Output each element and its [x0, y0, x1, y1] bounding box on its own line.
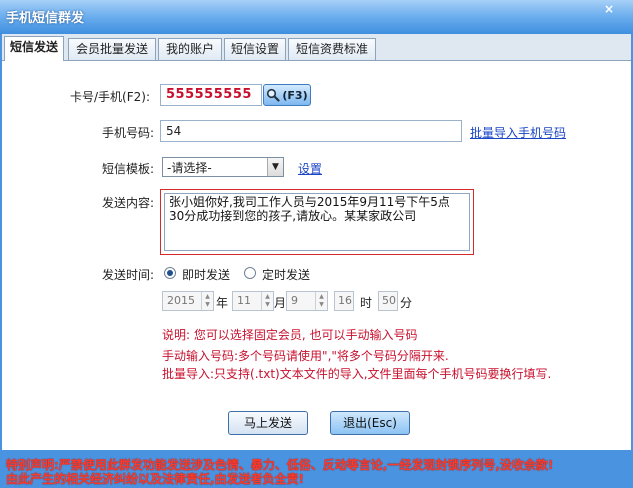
month-unit: 月	[274, 296, 287, 310]
note-line-2: 手动输入号码:多个号码请使用","将多个号码分隔开来.	[162, 349, 449, 363]
phone-label: 手机号码:	[102, 126, 155, 140]
batch-import-link[interactable]: 批量导入手机号码	[470, 124, 566, 141]
template-select[interactable]: -请选择- ▼	[162, 157, 284, 177]
year-spinner[interactable]: 2015 ▲ ▼	[162, 291, 214, 311]
send-now-radio[interactable]	[164, 267, 176, 279]
hour-spinner[interactable]: 16	[334, 291, 354, 311]
tab-sms-rates[interactable]: 短信资费标准	[288, 38, 376, 60]
warning-footer: 特别声明:严禁使用此群发功能发送涉及色情、暴力、低俗、反动等言论,一经发现封锁序…	[0, 450, 633, 488]
template-settings-link[interactable]: 设置	[298, 160, 322, 177]
spin-arrows-icon: ▲ ▼	[261, 292, 273, 310]
minute-unit: 分	[400, 296, 413, 310]
minute-spinner[interactable]: 50	[378, 291, 398, 311]
content-highlight-frame: 张小姐你好,我司工作人员与2015年9月11号下午5点30分成功接到您的孩子,请…	[160, 189, 474, 255]
tab-sms-send[interactable]: 短信发送	[4, 36, 64, 61]
close-button[interactable]: ×	[599, 2, 619, 16]
tab-strip: 短信发送 会员批量发送 我的账户 短信设置 短信资费标准	[2, 34, 631, 61]
tab-sms-settings[interactable]: 短信设置	[224, 38, 286, 60]
content-textarea[interactable]: 张小姐你好,我司工作人员与2015年9月11号下午5点30分成功接到您的孩子,请…	[164, 193, 470, 251]
month-spinner[interactable]: 11 ▲ ▼	[232, 291, 274, 311]
spin-arrows-icon: ▲ ▼	[201, 292, 213, 310]
warning-line-2: 由此产生的相关经济纠纷以及法律责任,由发送者负全责!	[6, 472, 305, 486]
exit-button[interactable]: 退出(Esc)	[330, 411, 410, 435]
tab-my-account[interactable]: 我的账户	[158, 38, 222, 60]
content-label: 发送内容:	[102, 196, 155, 210]
hour-unit: 时	[360, 296, 373, 310]
title-bar: 手机短信群发 ×	[0, 0, 633, 34]
schedule-radio[interactable]	[244, 267, 256, 279]
template-selected-value: -请选择-	[167, 161, 212, 175]
search-button-label: (F3)	[282, 88, 308, 102]
day-spinner[interactable]: 9 ▲ ▼	[286, 291, 328, 311]
day-value: 9	[291, 294, 298, 307]
phone-input[interactable]: 54	[160, 120, 462, 142]
window-title: 手机短信群发	[6, 11, 85, 26]
minute-value: 50	[382, 294, 396, 307]
year-unit: 年	[216, 296, 229, 310]
month-value: 11	[237, 294, 251, 307]
tab-member-batch-send[interactable]: 会员批量发送	[68, 38, 156, 60]
template-label: 短信模板:	[102, 162, 155, 176]
spin-arrows-icon: ▲ ▼	[315, 292, 327, 310]
send-now-button[interactable]: 马上发送	[228, 411, 308, 435]
note-line-1: 说明: 您可以选择固定会员, 也可以手动输入号码	[162, 328, 418, 342]
card-label: 卡号/手机(F2):	[70, 90, 150, 104]
card-input[interactable]: 555555555	[160, 84, 262, 106]
send-time-label: 发送时间:	[102, 268, 155, 282]
note-line-3: 批量导入:只支持(.txt)文本文件的导入,文件里面每个手机号码要换行填写.	[162, 367, 552, 381]
schedule-label: 定时发送	[262, 268, 311, 282]
chevron-down-icon: ▼	[267, 158, 283, 176]
sms-send-panel: 卡号/手机(F2): 555555555 (F3) 手机号码: 54 批量导入手…	[2, 60, 631, 450]
magnifier-icon	[267, 88, 280, 102]
send-now-label: 即时发送	[182, 268, 231, 282]
year-value: 2015	[167, 294, 195, 307]
hour-value: 16	[338, 294, 352, 307]
search-button[interactable]: (F3)	[263, 84, 311, 106]
